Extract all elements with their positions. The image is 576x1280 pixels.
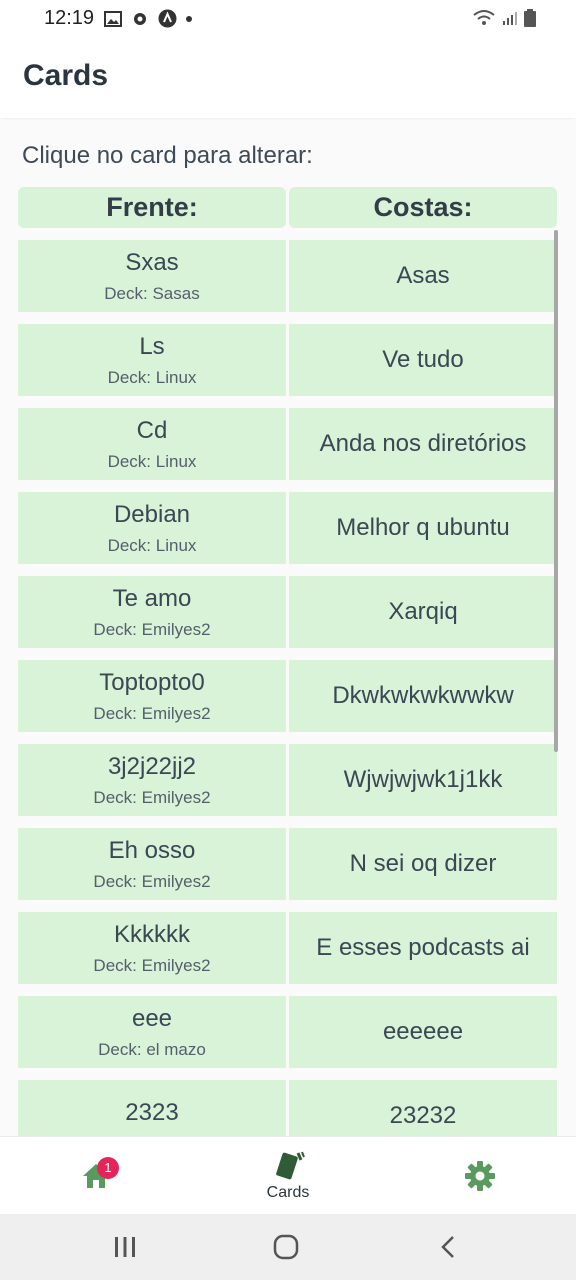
wifi-icon <box>473 10 495 25</box>
scrollbar[interactable] <box>554 230 558 752</box>
gear-icon <box>465 1161 495 1191</box>
card-deck-text: Deck: Linux <box>107 452 197 471</box>
card-front-text: eee <box>131 1005 173 1032</box>
card-front-cell[interactable]: eee Deck: el mazo <box>18 996 286 1068</box>
app-header: Cards <box>0 40 576 118</box>
back-nav-button[interactable] <box>398 1214 498 1280</box>
card-front-cell[interactable]: Eh osso Deck: Emilyes2 <box>18 828 286 900</box>
card-back-cell[interactable]: E esses podcasts ai <box>289 912 557 984</box>
recent-apps-button[interactable] <box>75 1214 175 1280</box>
card-deck-text: Deck: Emilyes2 <box>93 788 211 807</box>
card-front-cell[interactable]: Kkkkkk Deck: Emilyes2 <box>18 912 286 984</box>
card-back-cell[interactable]: Asas <box>289 240 557 312</box>
card-back-text: eeeeee <box>382 1018 464 1045</box>
card-back-cell[interactable]: 23232 <box>289 1080 557 1136</box>
card-deck-text: Deck: Linux <box>107 368 197 387</box>
card-back-text: Xarqiq <box>388 598 458 625</box>
card-front-text: 2323 <box>125 1099 179 1126</box>
tab-cards[interactable]: Cards <box>192 1137 384 1215</box>
card-back-cell[interactable]: Ve tudo <box>289 324 557 396</box>
bottom-tab-bar: 1 Cards <box>0 1136 576 1215</box>
status-bar: 12:19 <box>0 0 576 40</box>
table-row[interactable]: 3j2j22jj2 Deck: Emilyes2 Wjwjwjwk1j1kk <box>18 744 558 816</box>
card-back-text: 23232 <box>389 1102 457 1129</box>
table-row[interactable]: Te amo Deck: Emilyes2 Xarqiq <box>18 576 558 648</box>
table-row[interactable]: eee Deck: el mazo eeeeee <box>18 996 558 1068</box>
card-back-cell[interactable]: Wjwjwjwk1j1kk <box>289 744 557 816</box>
table-header-row: Frente: Costas: <box>18 187 558 228</box>
gallery-icon <box>104 10 122 27</box>
card-back-cell[interactable]: Xarqiq <box>289 576 557 648</box>
card-front-text: Toptopto0 <box>99 669 205 696</box>
status-time: 12:19 <box>44 7 95 29</box>
battery-icon <box>524 9 536 27</box>
card-front-cell[interactable]: Cd Deck: Linux <box>18 408 286 480</box>
card-back-text: N sei oq dizer <box>349 850 497 877</box>
instruction-text: Clique no card para alterar: <box>22 142 313 169</box>
home-badge: 1 <box>97 1157 119 1179</box>
settings-status-icon <box>134 12 146 25</box>
card-back-text: Melhor q ubuntu <box>336 514 510 541</box>
table-row[interactable]: 2323 23232 <box>18 1080 558 1136</box>
signal-icon <box>503 12 517 25</box>
card-front-text: Kkkkkk <box>113 921 190 948</box>
card-back-text: Wjwjwjwk1j1kk <box>343 766 503 793</box>
table-row[interactable]: Ls Deck: Linux Ve tudo <box>18 324 558 396</box>
recent-apps-icon <box>115 1237 135 1257</box>
cards-content[interactable]: Clique no card para alterar: Frente: Cos… <box>0 120 576 1136</box>
card-deck-text: Deck: Emilyes2 <box>93 620 211 639</box>
home-nav-icon <box>273 1234 299 1260</box>
card-front-cell[interactable]: Debian Deck: Linux <box>18 492 286 564</box>
card-back-text: Asas <box>396 262 450 289</box>
card-back-cell[interactable]: Dkwkwkwkwwkw <box>289 660 557 732</box>
card-front-cell[interactable]: 3j2j22jj2 Deck: Emilyes2 <box>18 744 286 816</box>
card-front-text: 3j2j22jj2 <box>107 753 197 780</box>
tab-home[interactable]: 1 <box>0 1137 192 1215</box>
card-deck-text: Deck: Emilyes2 <box>93 704 211 723</box>
card-front-cell[interactable]: Te amo Deck: Emilyes2 <box>18 576 286 648</box>
table-row[interactable]: Kkkkkk Deck: Emilyes2 E esses podcasts ai <box>18 912 558 984</box>
card-front-text: Te amo <box>112 585 192 612</box>
cards-icon <box>276 1151 305 1180</box>
column-header-front: Frente: <box>18 187 286 228</box>
card-front-text: Eh osso <box>108 837 196 864</box>
card-deck-text: Deck: Sasas <box>104 284 200 303</box>
column-header-back: Costas: <box>289 187 557 228</box>
card-back-text: Anda nos diretórios <box>319 430 527 457</box>
card-back-cell[interactable]: N sei oq dizer <box>289 828 557 900</box>
card-back-text: E esses podcasts ai <box>316 934 530 961</box>
card-back-cell[interactable]: Melhor q ubuntu <box>289 492 557 564</box>
card-front-text: Debian <box>113 501 191 528</box>
table-row[interactable]: Eh osso Deck: Emilyes2 N sei oq dizer <box>18 828 558 900</box>
card-front-text: Cd <box>136 417 168 444</box>
table-row[interactable]: Sxas Deck: Sasas Asas <box>18 240 558 312</box>
cards-table: Frente: Costas: Sxas Deck: Sasas Asas Ls Dec… <box>18 187 558 1136</box>
card-front-text: Sxas <box>125 249 179 276</box>
card-front-cell[interactable]: 2323 <box>18 1080 286 1136</box>
page-title: Cards <box>23 59 109 92</box>
app-status-icon <box>158 9 177 28</box>
card-back-cell[interactable]: eeeeee <box>289 996 557 1068</box>
card-front-cell[interactable]: Toptopto0 Deck: Emilyes2 <box>18 660 286 732</box>
tab-cards-label: Cards <box>266 1184 310 1201</box>
system-nav-bar <box>0 1214 576 1280</box>
home-nav-button[interactable] <box>236 1214 336 1280</box>
card-deck-text: Deck: el mazo <box>98 1040 206 1059</box>
card-front-cell[interactable]: Sxas Deck: Sasas <box>18 240 286 312</box>
table-row[interactable]: Debian Deck: Linux Melhor q ubuntu <box>18 492 558 564</box>
notification-dot-icon <box>186 15 192 22</box>
tab-settings[interactable] <box>384 1137 576 1215</box>
card-front-cell[interactable]: Ls Deck: Linux <box>18 324 286 396</box>
table-row[interactable]: Toptopto0 Deck: Emilyes2 Dkwkwkwkwwkw <box>18 660 558 732</box>
card-back-text: Dkwkwkwkwwkw <box>332 682 514 709</box>
card-deck-text: Deck: Emilyes2 <box>93 872 211 891</box>
card-back-text: Ve tudo <box>382 346 464 373</box>
card-deck-text: Deck: Linux <box>107 536 197 555</box>
card-front-text: Ls <box>139 333 165 360</box>
back-icon <box>441 1236 454 1258</box>
card-back-cell[interactable]: Anda nos diretórios <box>289 408 557 480</box>
table-row[interactable]: Cd Deck: Linux Anda nos diretórios <box>18 408 558 480</box>
card-deck-text: Deck: Emilyes2 <box>93 956 211 975</box>
